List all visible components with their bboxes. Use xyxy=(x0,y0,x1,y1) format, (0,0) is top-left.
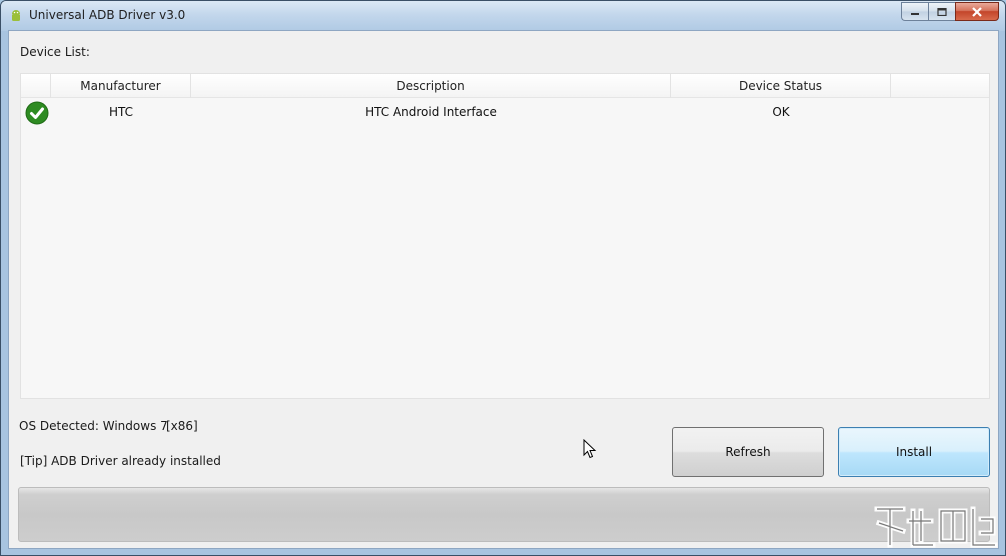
android-icon xyxy=(12,10,20,21)
column-header-description[interactable]: Description xyxy=(191,74,671,98)
install-button[interactable]: Install xyxy=(838,427,990,477)
watermark-logo-icon xyxy=(874,506,998,548)
title-bar[interactable]: Universal ADB Driver v3.0 xyxy=(1,1,1005,31)
device-list[interactable]: Manufacturer Description Device Status H… xyxy=(20,73,990,399)
minimize-button[interactable] xyxy=(901,2,928,21)
maximize-button[interactable] xyxy=(928,2,955,21)
window-title: Universal ADB Driver v3.0 xyxy=(29,8,186,22)
close-button[interactable] xyxy=(955,2,999,21)
mouse-cursor-icon xyxy=(583,439,597,459)
column-header-icon[interactable] xyxy=(21,74,51,98)
device-list-header: Manufacturer Description Device Status xyxy=(21,74,989,98)
os-detected-label: OS Detected: Windows 7 xyxy=(19,419,168,433)
app-window: Universal ADB Driver v3.0 Device List: M… xyxy=(0,0,1006,556)
refresh-button[interactable]: Refresh xyxy=(672,427,824,477)
tip-message: [Tip] ADB Driver already installed xyxy=(20,454,221,468)
client-area: Device List: Manufacturer Description De… xyxy=(8,30,999,549)
check-circle-icon xyxy=(25,101,49,125)
cell-description: HTC Android Interface xyxy=(365,105,497,119)
maximize-icon xyxy=(937,7,947,16)
cell-manufacturer: HTC xyxy=(108,105,134,119)
close-icon xyxy=(972,6,982,17)
table-row[interactable]: HTC HTC Android Interface OK xyxy=(21,98,989,126)
device-list-label: Device List: xyxy=(20,45,90,59)
minimize-icon xyxy=(911,12,919,15)
column-header-manufacturer[interactable]: Manufacturer xyxy=(51,74,191,98)
os-architecture-label: [x86] xyxy=(166,419,198,433)
progress-bar xyxy=(18,487,990,542)
caption-buttons xyxy=(901,2,999,22)
cell-device-status: OK xyxy=(772,105,790,119)
column-header-device-status[interactable]: Device Status xyxy=(671,74,891,98)
